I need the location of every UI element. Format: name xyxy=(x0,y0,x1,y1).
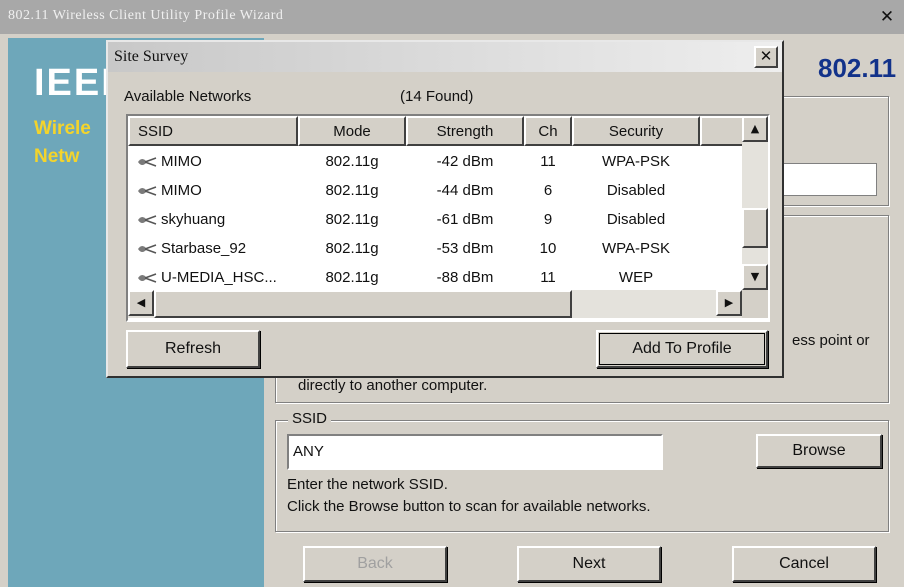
channel-cell: 11 xyxy=(540,269,556,286)
sidebar-line2: Netw xyxy=(34,146,80,167)
scroll-down-icon[interactable]: ▼ xyxy=(742,264,768,290)
table-row[interactable]: U-MEDIA_HSC... 802.11g -88 dBm 11 WEP xyxy=(128,263,742,292)
networks-table-header: SSID Mode Strength Ch Security xyxy=(128,116,750,146)
mode-cell: 802.11g xyxy=(325,182,379,199)
ssid-text: U-MEDIA_HSC... xyxy=(161,269,277,286)
security-cell: WPA-PSK xyxy=(601,153,671,170)
security-cell: Disabled xyxy=(606,182,666,199)
site-survey-dialog: Site Survey ✕ Available Networks (14 Fou… xyxy=(106,40,784,378)
column-header-mode[interactable]: Mode xyxy=(298,116,406,146)
strength-cell: -61 dBm xyxy=(436,211,494,228)
channel-cell: 10 xyxy=(539,240,557,257)
table-row[interactable]: skyhuang 802.11g -61 dBm 9 Disabled xyxy=(128,205,742,234)
network-type-text-bottom: directly to another computer. xyxy=(298,377,488,394)
column-header-strength[interactable]: Strength xyxy=(406,116,524,146)
wizard-title: 802.11 Wireless Client Utility Profile W… xyxy=(8,8,284,23)
scroll-up-icon[interactable]: ▲ xyxy=(742,116,768,142)
site-survey-title-bar[interactable]: Site Survey ✕ xyxy=(108,42,782,72)
ssid-help-text-1: Enter the network SSID. xyxy=(287,476,448,493)
security-cell: Disabled xyxy=(606,211,666,228)
browse-button[interactable]: Browse xyxy=(756,434,882,468)
scroll-left-icon[interactable]: ◀ xyxy=(128,290,154,316)
wireless-network-icon xyxy=(138,272,157,283)
wireless-network-icon xyxy=(138,156,157,167)
horizontal-scroll-thumb[interactable] xyxy=(154,290,572,318)
sidebar-line1: Wirele xyxy=(34,118,91,139)
vertical-scrollbar[interactable]: ▲ ▼ xyxy=(742,116,768,290)
channel-cell: 6 xyxy=(543,182,553,199)
next-button[interactable]: Next xyxy=(517,546,661,582)
ssid-text: Starbase_92 xyxy=(161,240,247,257)
scroll-right-icon[interactable]: ▶ xyxy=(716,290,742,316)
ssid-cell: MIMO xyxy=(128,176,298,205)
channel-cell: 11 xyxy=(540,153,556,170)
networks-table-body: MIMO 802.11g -42 dBm 11 WPA-PSK MIMO 802… xyxy=(128,147,742,292)
site-survey-title: Site Survey xyxy=(114,48,189,65)
wizard-title-bar[interactable]: 802.11 Wireless Client Utility Profile W… xyxy=(0,0,904,34)
refresh-button[interactable]: Refresh xyxy=(126,330,260,368)
table-row[interactable]: Starbase_92 802.11g -53 dBm 10 WPA-PSK xyxy=(128,234,742,263)
column-header-ssid[interactable]: SSID xyxy=(128,116,298,146)
strength-cell: -42 dBm xyxy=(436,153,494,170)
ssid-help-text-2: Click the Browse button to scan for avai… xyxy=(287,498,651,515)
available-networks-label: Available Networks xyxy=(124,88,252,105)
wireless-network-icon xyxy=(138,214,157,225)
mode-cell: 802.11g xyxy=(325,269,379,286)
column-header-security[interactable]: Security xyxy=(572,116,700,146)
vertical-scroll-thumb[interactable] xyxy=(742,208,768,248)
wireless-network-icon xyxy=(138,243,157,254)
networks-table: SSID Mode Strength Ch Security MIMO 802.… xyxy=(126,114,770,322)
ssid-input[interactable]: ANY xyxy=(287,434,663,470)
network-type-text-right: ess point or xyxy=(792,332,870,349)
mode-cell: 802.11g xyxy=(325,211,379,228)
ssid-text: skyhuang xyxy=(161,211,226,228)
ssid-cell: U-MEDIA_HSC... xyxy=(128,263,298,292)
ssid-text: MIMO xyxy=(161,153,202,170)
ssid-text: MIMO xyxy=(161,182,202,199)
table-row[interactable]: MIMO 802.11g -42 dBm 11 WPA-PSK xyxy=(128,147,742,176)
ssid-group-legend: SSID xyxy=(288,410,332,427)
channel-cell: 9 xyxy=(543,211,553,228)
back-button[interactable]: Back xyxy=(303,546,447,582)
networks-found-count: (14 Found) xyxy=(400,88,474,105)
security-cell: WEP xyxy=(618,269,654,286)
ssid-cell: MIMO xyxy=(128,147,298,176)
site-survey-close-icon[interactable]: ✕ xyxy=(754,46,778,68)
cancel-button[interactable]: Cancel xyxy=(732,546,876,582)
mode-cell: 802.11g xyxy=(325,240,379,257)
strength-cell: -44 dBm xyxy=(436,182,494,199)
horizontal-scrollbar[interactable]: ◀ ▶ xyxy=(128,290,768,318)
wizard-close-icon[interactable]: ✕ xyxy=(876,6,898,28)
wireless-network-icon xyxy=(138,185,157,196)
table-row[interactable]: MIMO 802.11g -44 dBm 6 Disabled xyxy=(128,176,742,205)
column-header-channel[interactable]: Ch xyxy=(524,116,572,146)
strength-cell: -88 dBm xyxy=(436,269,494,286)
strength-cell: -53 dBm xyxy=(436,240,494,257)
ssid-cell: skyhuang xyxy=(128,205,298,234)
add-to-profile-button[interactable]: Add To Profile xyxy=(596,330,768,368)
scrollbar-corner xyxy=(742,290,768,318)
ssid-cell: Starbase_92 xyxy=(128,234,298,263)
mode-cell: 802.11g xyxy=(325,153,379,170)
wizard-header-title: 802.11 xyxy=(818,53,897,83)
security-cell: WPA-PSK xyxy=(601,240,671,257)
